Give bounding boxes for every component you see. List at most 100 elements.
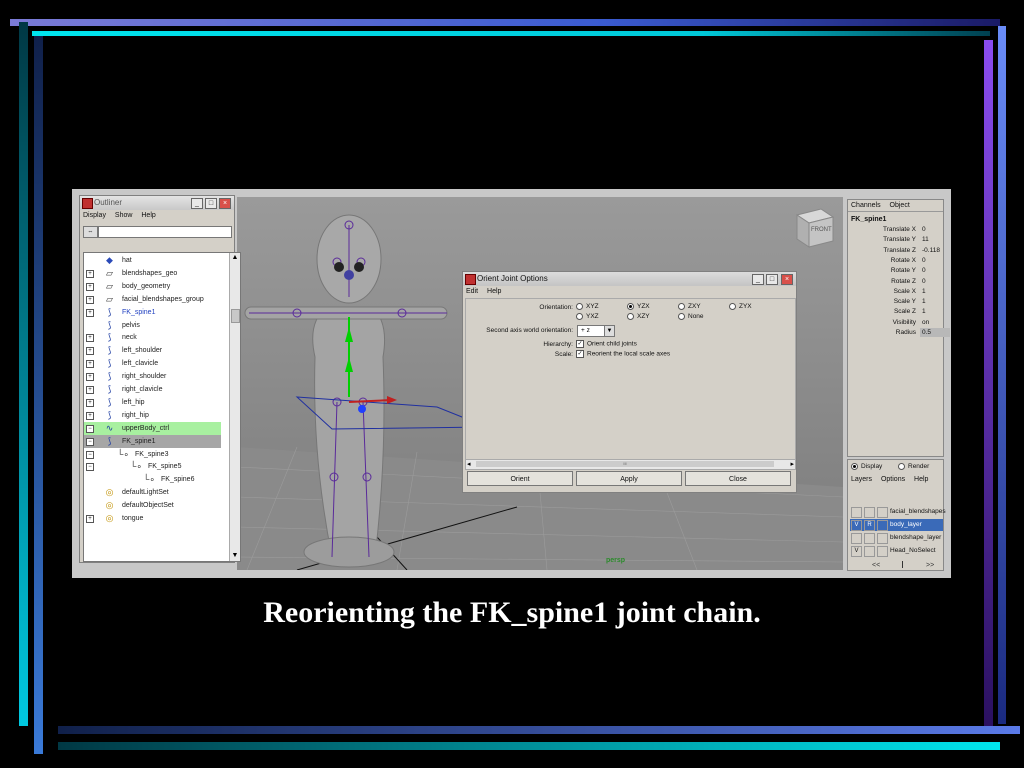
radio-zxy[interactable]: ZXY	[678, 303, 701, 310]
channel-value[interactable]: 0	[920, 256, 950, 265]
layer-color-swatch[interactable]	[877, 533, 888, 544]
layer-reference-toggle[interactable]	[864, 507, 875, 518]
radio-yzx[interactable]: YZX	[627, 303, 650, 310]
expand-icon[interactable]: +	[86, 308, 94, 317]
layer-row[interactable]: V Head_NoSelect	[850, 545, 943, 557]
channel-row[interactable]: Radius 0.5	[848, 328, 950, 338]
orient-child-joints-checkbox[interactable]: ✓ Orient child joints	[576, 340, 637, 348]
expand-icon[interactable]: +	[86, 269, 94, 278]
second-axis-dropdown[interactable]: + z ▼	[577, 325, 615, 337]
outliner-row[interactable]: + ⟆ right_hip	[84, 409, 221, 422]
expand-icon[interactable]: +	[86, 334, 94, 343]
channel-row[interactable]: Scale X1	[848, 287, 943, 297]
outliner-row[interactable]: ◎ defaultLightSet	[84, 486, 221, 499]
channel-row[interactable]: Rotate X0	[848, 256, 943, 266]
outliner-row[interactable]: ⟆ pelvis	[84, 319, 221, 332]
menu-show[interactable]: Show	[115, 212, 133, 219]
outliner-row[interactable]: + ▱ blendshapes_geo	[84, 267, 221, 280]
dialog-hscrollbar[interactable]: ◂ III ▸	[465, 459, 796, 470]
radio-none[interactable]: None	[678, 313, 704, 320]
collapse-icon[interactable]: −	[86, 424, 94, 433]
display-tab[interactable]: Display	[851, 463, 882, 470]
menu-channels[interactable]: Channels	[851, 202, 881, 209]
outliner-tree[interactable]: ▲ ▼ ◆ hat + ▱ blendshapes_geo + ▱ body_geometry…	[83, 252, 241, 562]
outliner-row[interactable]: + ▱ facial_blendshapes_group	[84, 293, 221, 306]
minimize-icon[interactable]: _	[752, 274, 764, 285]
channel-value[interactable]: 1	[920, 307, 950, 316]
channel-row[interactable]: Rotate Y0	[848, 266, 943, 276]
channel-value[interactable]: 1	[920, 287, 950, 296]
channel-row[interactable]: Scale Y1	[848, 297, 943, 307]
radio-zyx[interactable]: ZYX	[729, 303, 752, 310]
close-icon[interactable]: ×	[781, 274, 793, 285]
outliner-row[interactable]: − ⟆ FK_spine1	[84, 434, 221, 448]
layer-nav-left[interactable]: <<	[872, 562, 880, 569]
channel-value[interactable]: on	[920, 318, 950, 327]
scroll-up-icon[interactable]: ▲	[230, 253, 240, 263]
maximize-icon[interactable]: □	[766, 274, 778, 285]
scroll-thumb[interactable]: III	[476, 461, 774, 467]
expand-icon[interactable]: +	[86, 282, 94, 291]
menu-display[interactable]: Display	[83, 212, 106, 219]
outliner-filter-icon[interactable]: ⇔	[83, 226, 98, 238]
channel-value[interactable]: 11	[920, 235, 950, 244]
expand-icon[interactable]: +	[86, 515, 94, 523]
menu-help[interactable]: Help	[141, 212, 155, 219]
channel-node-name[interactable]: FK_spine1	[851, 216, 886, 223]
render-tab[interactable]: Render	[898, 463, 929, 470]
radio-xzy[interactable]: XZY	[627, 313, 650, 320]
collapse-icon[interactable]: −	[86, 450, 94, 459]
close-button[interactable]: Close	[685, 471, 791, 486]
outliner-row[interactable]: + ▱ body_geometry	[84, 280, 221, 293]
menu-help[interactable]: Help	[914, 476, 928, 483]
layer-nav-right[interactable]: >>	[926, 562, 934, 569]
outliner-row[interactable]: + ⟆ right_shoulder	[84, 370, 221, 383]
collapse-icon[interactable]: −	[86, 463, 94, 472]
layer-visibility-toggle[interactable]: V	[851, 520, 862, 531]
outliner-row[interactable]: ◎ defaultObjectSet	[84, 499, 221, 512]
minimize-icon[interactable]: _	[191, 198, 203, 209]
collapse-icon[interactable]: −	[86, 437, 94, 446]
expand-icon[interactable]: +	[86, 347, 94, 356]
channel-value[interactable]: 0	[920, 266, 950, 275]
layer-color-swatch[interactable]	[877, 546, 888, 557]
channel-row[interactable]: Scale Z1	[848, 307, 943, 317]
radio-yxz[interactable]: YXZ	[576, 313, 599, 320]
maximize-icon[interactable]: □	[205, 198, 217, 209]
menu-layers[interactable]: Layers	[851, 476, 872, 483]
layer-color-swatch[interactable]	[877, 507, 888, 518]
outliner-row[interactable]: − ∿ upperBody_ctrl	[84, 421, 221, 435]
scroll-left-icon[interactable]: ◂	[467, 460, 471, 469]
radio-xyz[interactable]: XYZ	[576, 303, 599, 310]
outliner-row[interactable]: + ⟆ left_clavicle	[84, 357, 221, 370]
menu-object[interactable]: Object	[890, 202, 910, 209]
menu-options[interactable]: Options	[881, 476, 905, 483]
expand-icon[interactable]: +	[86, 373, 94, 382]
layer-color-swatch[interactable]	[877, 520, 888, 531]
layer-row[interactable]: V Rbody_layer	[850, 519, 943, 531]
outliner-titlebar[interactable]: Outliner _ □ ×	[80, 196, 234, 210]
expand-icon[interactable]: +	[86, 398, 94, 407]
viewcube-label[interactable]: FRONT	[811, 227, 832, 233]
channel-row[interactable]: Translate X0	[848, 225, 943, 235]
outliner-row[interactable]: + ⟆ right_clavicle	[84, 383, 221, 396]
channel-value[interactable]: 0	[920, 225, 950, 234]
layer-visibility-toggle[interactable]	[851, 533, 862, 544]
chevron-down-icon[interactable]: ▼	[604, 326, 614, 336]
channel-row[interactable]: Visibility on	[848, 318, 943, 328]
channel-row[interactable]: Translate Y 11	[848, 235, 943, 245]
menu-help[interactable]: Help	[487, 288, 501, 295]
channel-value[interactable]: 0	[920, 277, 950, 286]
channel-row[interactable]: Translate Z -0.118	[848, 246, 943, 256]
channel-row[interactable]: Rotate Z0	[848, 277, 943, 287]
layer-reference-toggle[interactable]: R	[864, 520, 875, 531]
layer-reference-toggle[interactable]	[864, 546, 875, 557]
expand-icon[interactable]: +	[86, 386, 94, 394]
channel-value[interactable]: 0.5	[920, 328, 950, 337]
outliner-row[interactable]: + ⟆ neck	[84, 331, 221, 344]
layer-reference-toggle[interactable]	[864, 533, 875, 544]
layer-visibility-toggle[interactable]	[851, 507, 862, 518]
expand-icon[interactable]: +	[86, 360, 94, 369]
layer-row[interactable]: facial_blendshapes	[850, 506, 946, 518]
apply-button[interactable]: Apply	[576, 471, 682, 486]
